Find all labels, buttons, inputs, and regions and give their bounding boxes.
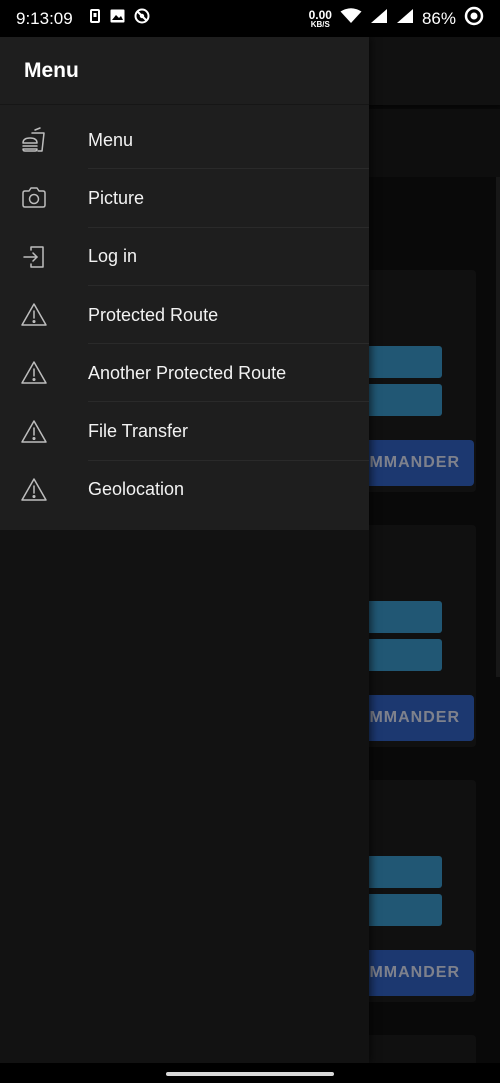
blocked-icon	[134, 8, 150, 29]
status-time: 9:13:09	[16, 8, 73, 28]
drawer-item-label: Another Protected Route	[88, 362, 287, 383]
drawer-item-label: File Transfer	[88, 421, 189, 442]
navigation-drawer: Menu Menu Picture Log in Protected Route…	[0, 37, 369, 1063]
svg-text:x: x	[401, 9, 405, 18]
drawer-item-protected-route[interactable]: Protected Route	[0, 286, 369, 345]
drawer-item-label: Picture	[88, 187, 145, 208]
home-gesture-handle[interactable]	[166, 1072, 334, 1076]
drawer-item-log-in[interactable]: Log in	[0, 228, 369, 286]
signal-icon	[370, 8, 388, 29]
drawer-item-another-protected-route[interactable]: Another Protected Route	[0, 344, 369, 403]
drawer-header: Menu	[0, 37, 369, 105]
system-navigation-bar	[0, 1063, 500, 1083]
sim-icon	[89, 9, 101, 28]
drawer-item-label: Protected Route	[88, 304, 219, 325]
fast-food-icon	[20, 126, 48, 154]
drawer-item-picture[interactable]: Picture	[0, 169, 369, 228]
camera-icon	[20, 184, 48, 212]
drawer-item-geolocation[interactable]: Geolocation	[0, 461, 369, 519]
signal-no-data-icon: x	[396, 8, 414, 29]
log-in-icon	[20, 243, 48, 271]
drawer-list-padding	[0, 519, 369, 530]
drawer-list: Menu Picture Log in Protected Route Anot…	[0, 105, 369, 531]
drawer-item-label: Menu	[88, 129, 134, 150]
drawer-item-file-transfer[interactable]: File Transfer	[0, 402, 369, 461]
warning-icon	[20, 301, 48, 329]
drawer-item-menu[interactable]: Menu	[0, 111, 369, 170]
battery-percent: 86%	[421, 8, 456, 28]
drawer-item-label: Geolocation	[88, 479, 185, 500]
image-icon	[110, 9, 125, 28]
battery-saver-icon	[464, 6, 484, 31]
network-speed: 0.00 KB/S	[309, 9, 332, 29]
network-speed-unit: KB/S	[310, 19, 330, 29]
warning-icon	[20, 418, 48, 446]
wifi-icon	[340, 8, 362, 29]
drawer-item-label: Log in	[88, 246, 138, 267]
warning-icon	[20, 359, 48, 387]
status-bar: 9:13:09 0.00 KB/S x 86%	[0, 0, 500, 37]
drawer-title: Menu	[24, 58, 79, 82]
warning-icon	[20, 476, 48, 504]
